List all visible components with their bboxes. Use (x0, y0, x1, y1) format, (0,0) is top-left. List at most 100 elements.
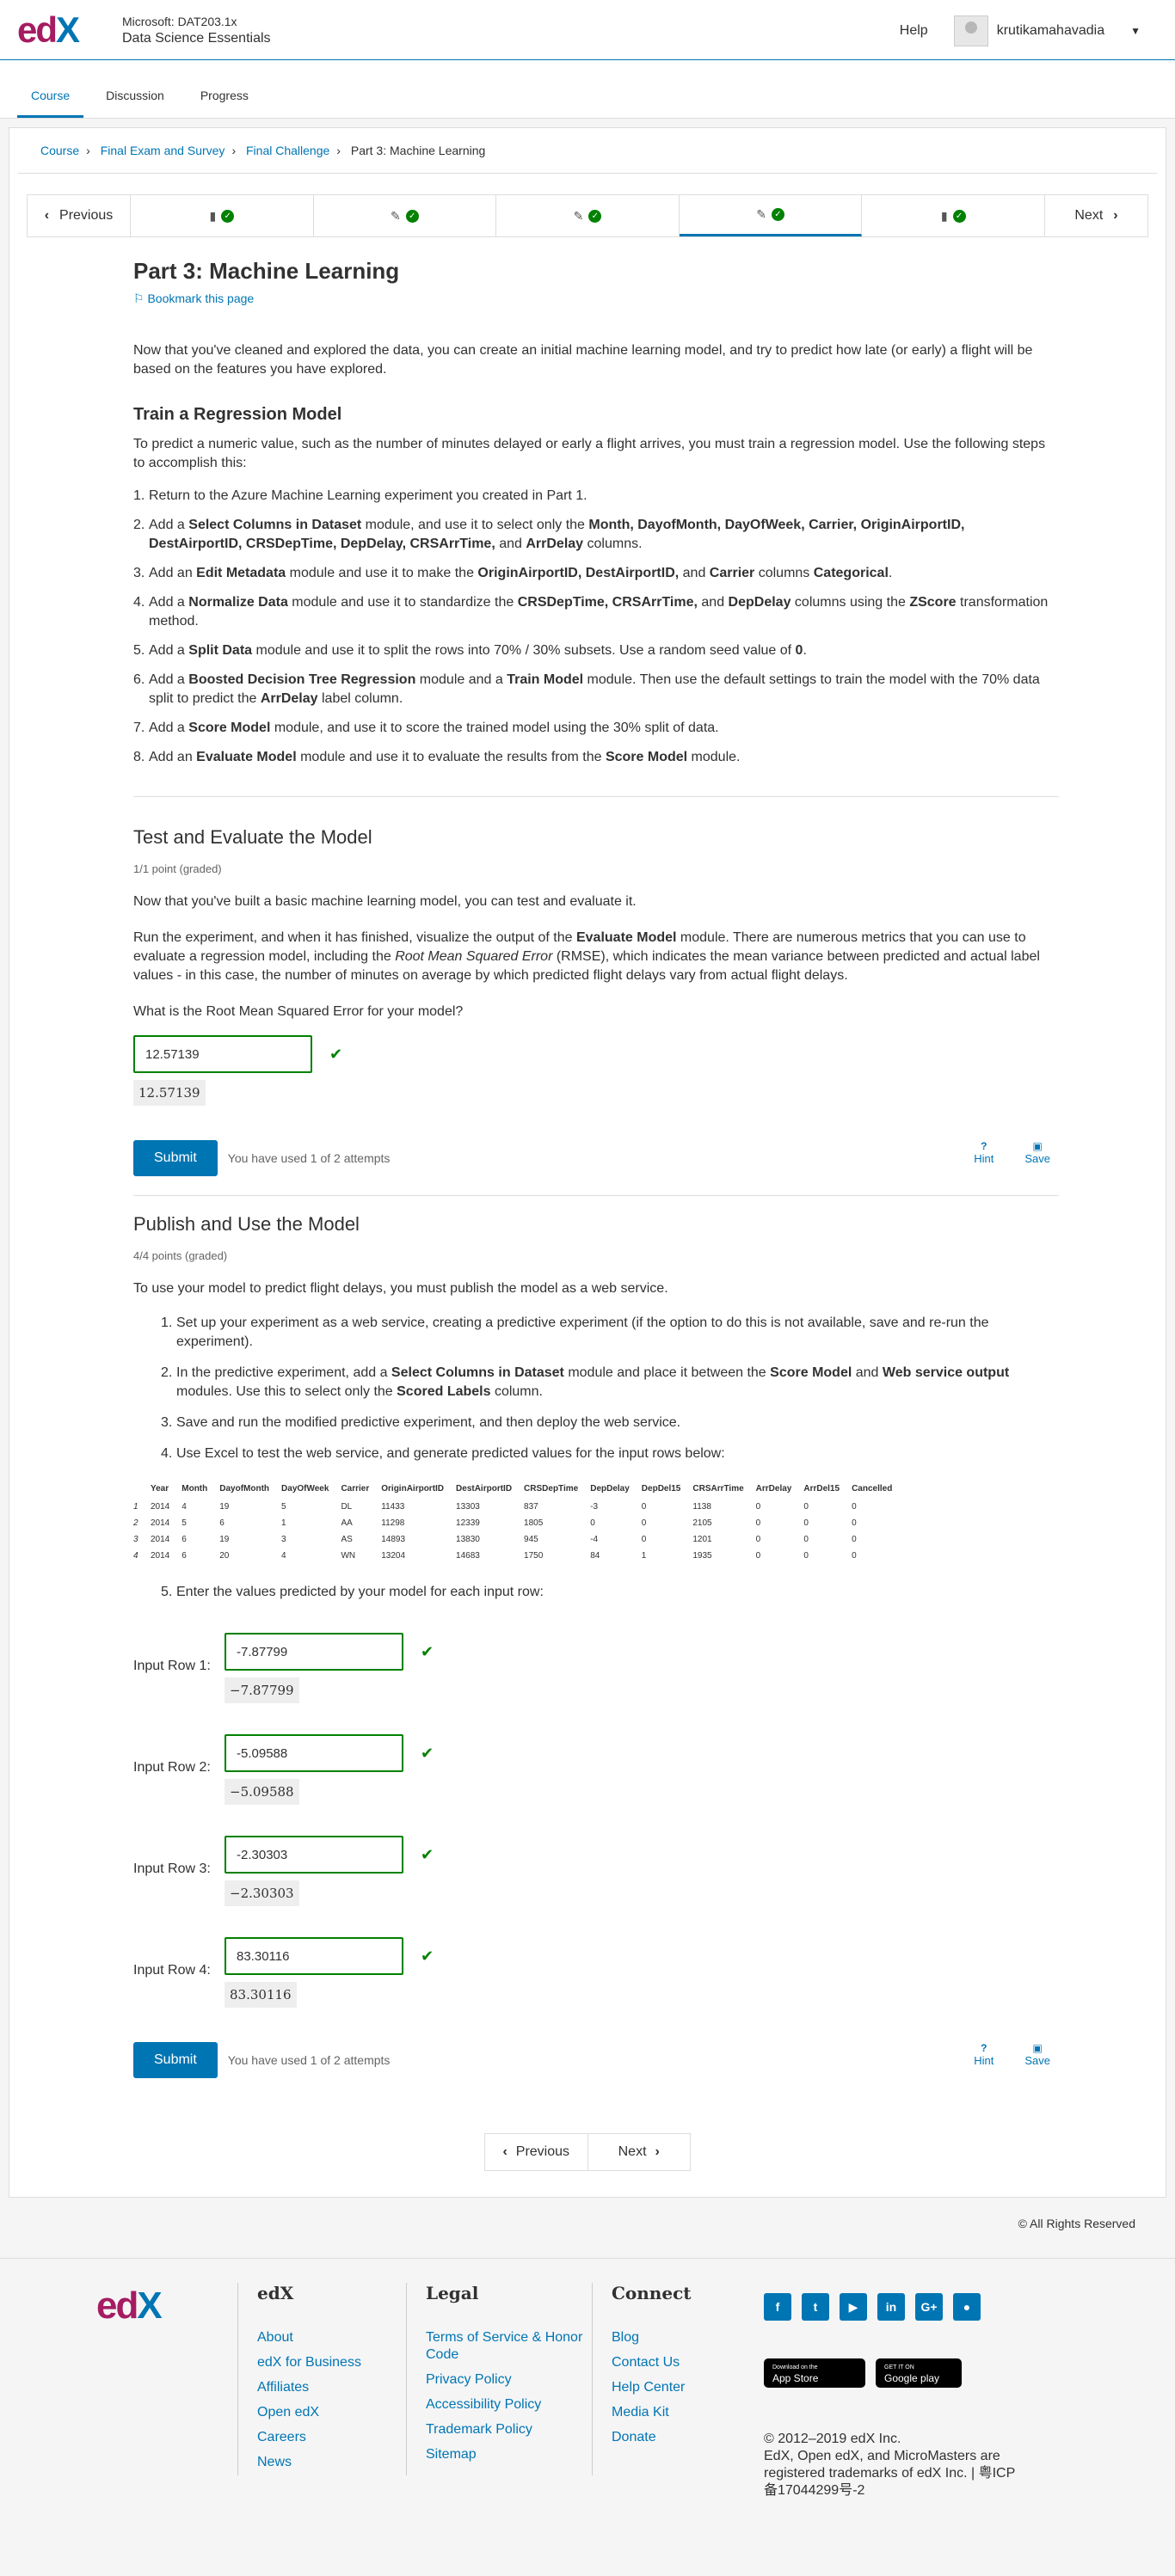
footer-link[interactable]: edX for Business (257, 2354, 427, 2371)
youtube-icon[interactable]: ▶ (840, 2293, 867, 2321)
table-cell: 84 (590, 1551, 600, 1561)
breadcrumb-final-challenge[interactable]: Final Challenge (246, 144, 329, 157)
save-button[interactable]: ▣ Save (1024, 1140, 1050, 1165)
check-icon: ✔ (421, 1947, 434, 1965)
edit-icon: ✎ (756, 207, 766, 221)
footer-link[interactable]: Blog (612, 2329, 747, 2346)
hint-button[interactable]: ? Hint (974, 1140, 994, 1165)
twitter-icon[interactable]: t (802, 2293, 829, 2321)
edx-logo[interactable]: edX (96, 2285, 163, 2328)
list-item: 5. Enter the values predicted by your mod… (161, 1585, 544, 1599)
list-item: 7. Add a Score Model module, and use it t… (133, 721, 719, 735)
list-item: 4. Add a Normalize Data module and use it… (133, 595, 1049, 629)
sequence-item-problem[interactable]: ✎ ✓ (496, 195, 680, 236)
tab-progress[interactable]: Progress (187, 59, 262, 118)
footer-link[interactable]: Careers (257, 2429, 427, 2446)
footer-link[interactable]: Privacy Policy (426, 2371, 595, 2389)
question-icon: ? (981, 2042, 987, 2054)
question-icon: ? (981, 1140, 987, 1152)
sequence-item-video[interactable]: ▮ ✓ (131, 195, 314, 236)
footer-link[interactable]: Trademark Policy (426, 2421, 595, 2438)
table-header-cell: DestAirportID (456, 1484, 513, 1493)
sequence-item-problem-active[interactable]: ✎ ✓ (679, 195, 863, 236)
footer-link[interactable]: Accessibility Policy (426, 2396, 595, 2413)
table-cell: 19 (219, 1502, 230, 1512)
facebook-icon[interactable]: f (764, 2293, 791, 2321)
course-content: Course › Final Exam and Survey › Final Cha… (9, 127, 1166, 2198)
footer-link[interactable]: Terms of Service & Honor Code (426, 2329, 595, 2364)
sequence-next-button[interactable]: Next › (1044, 195, 1147, 236)
bookmark-button[interactable]: ⚐ Bookmark this page (133, 291, 254, 306)
check-icon: ✔ (329, 1045, 343, 1063)
footer-heading: Connect (612, 2283, 692, 2303)
input-row-label: Input Row 3: (133, 1861, 211, 1876)
book-icon: ▮ (940, 208, 948, 223)
bookmark-icon: ⚐ (133, 291, 148, 305)
check-icon: ✓ (588, 209, 602, 223)
table-header-cell: ArrDel15 (803, 1484, 840, 1493)
table-cell: 11433 (381, 1502, 405, 1512)
prediction-answer-input[interactable]: -7.87799 (225, 1633, 403, 1671)
bottom-previous-button[interactable]: ‹ Previous (485, 2134, 588, 2170)
hint-button[interactable]: ? Hint (974, 2042, 994, 2067)
table-cell: 0 (755, 1535, 761, 1544)
tab-discussion[interactable]: Discussion (92, 59, 178, 118)
breadcrumb-current: Part 3: Machine Learning (350, 144, 486, 157)
footer-link[interactable]: Contact Us (612, 2354, 747, 2371)
tab-course[interactable]: Course (17, 59, 84, 118)
google-plus-icon[interactable]: G+ (915, 2293, 943, 2321)
table-header-cell: Month (181, 1484, 208, 1493)
save-icon: ▣ (1032, 2042, 1043, 2054)
bottom-next-button[interactable]: Next › (588, 2134, 691, 2170)
breadcrumb-course[interactable]: Course (40, 144, 79, 157)
edx-logo[interactable]: edX (17, 9, 96, 51)
table-cell: 1935 (692, 1551, 712, 1561)
list-item: 1. Set up your experiment as a web servic… (161, 1316, 989, 1349)
table-cell: 5 (181, 1518, 187, 1528)
sequence-previous-button[interactable]: ‹ Previous (28, 195, 131, 236)
prediction-answer-input[interactable]: -5.09588 (225, 1734, 403, 1772)
footer-link[interactable]: News (257, 2454, 427, 2471)
train-steps: 1. Return to the Azure Machine Learning e… (133, 487, 1059, 767)
footer-link[interactable]: Affiliates (257, 2379, 427, 2396)
bottom-sequence-nav: ‹ Previous Next › (484, 2133, 691, 2171)
avatar[interactable] (953, 15, 988, 46)
help-link[interactable]: Help (900, 23, 928, 39)
footer-link[interactable]: Open edX (257, 2404, 427, 2421)
app-store-badge[interactable]: Download on the App Store (764, 2358, 865, 2388)
table-cell: 0 (641, 1502, 647, 1512)
username[interactable]: krutikamahavadia (997, 23, 1104, 39)
submit-button[interactable]: Submit (133, 1140, 218, 1176)
footer-link[interactable]: Media Kit (612, 2404, 747, 2421)
reddit-icon[interactable]: ● (953, 2293, 981, 2321)
input-row-label: Input Row 2: (133, 1760, 211, 1775)
table-cell: 837 (524, 1502, 538, 1512)
footer-link[interactable]: Donate (612, 2429, 747, 2446)
sequence-item-text[interactable]: ▮ ✓ (862, 195, 1044, 236)
table-cell: 2105 (692, 1518, 712, 1528)
attempts-text: You have used 1 of 2 attempts (227, 2053, 391, 2067)
list-item: 3. Add an Edit Metadata module and use it… (133, 566, 893, 580)
breadcrumb-final-exam[interactable]: Final Exam and Survey (101, 144, 225, 157)
table-cell: 19 (219, 1535, 230, 1544)
table-cell: 6 (181, 1551, 187, 1561)
table-cell: 2014 (151, 1518, 170, 1528)
table-cell: AS (341, 1535, 353, 1544)
prediction-answer-input[interactable]: 83.30116 (225, 1937, 403, 1975)
submit-button[interactable]: Submit (133, 2042, 218, 2078)
chevron-down-icon[interactable]: ▼ (1130, 25, 1141, 37)
linkedin-icon[interactable]: in (877, 2293, 905, 2321)
divider (133, 1195, 1059, 1196)
list-item: 1. Return to the Azure Machine Learning e… (133, 488, 588, 503)
prediction-answer-input[interactable]: -2.30303 (225, 1836, 403, 1874)
google-play-badge[interactable]: GET IT ON Google play (876, 2358, 962, 2388)
footer-link[interactable]: Help Center (612, 2379, 747, 2396)
rmse-answer-input[interactable]: 12.57139 (133, 1035, 312, 1073)
table-cell: 0 (852, 1518, 857, 1528)
save-button[interactable]: ▣ Save (1024, 2042, 1050, 2067)
chevron-left-icon: ‹ (44, 208, 50, 223)
footer-link[interactable]: Sitemap (426, 2446, 595, 2463)
footer-link[interactable]: About (257, 2329, 427, 2346)
answer-preview: −2.30303 (225, 1880, 299, 1906)
sequence-item-problem[interactable]: ✎ ✓ (314, 195, 497, 236)
